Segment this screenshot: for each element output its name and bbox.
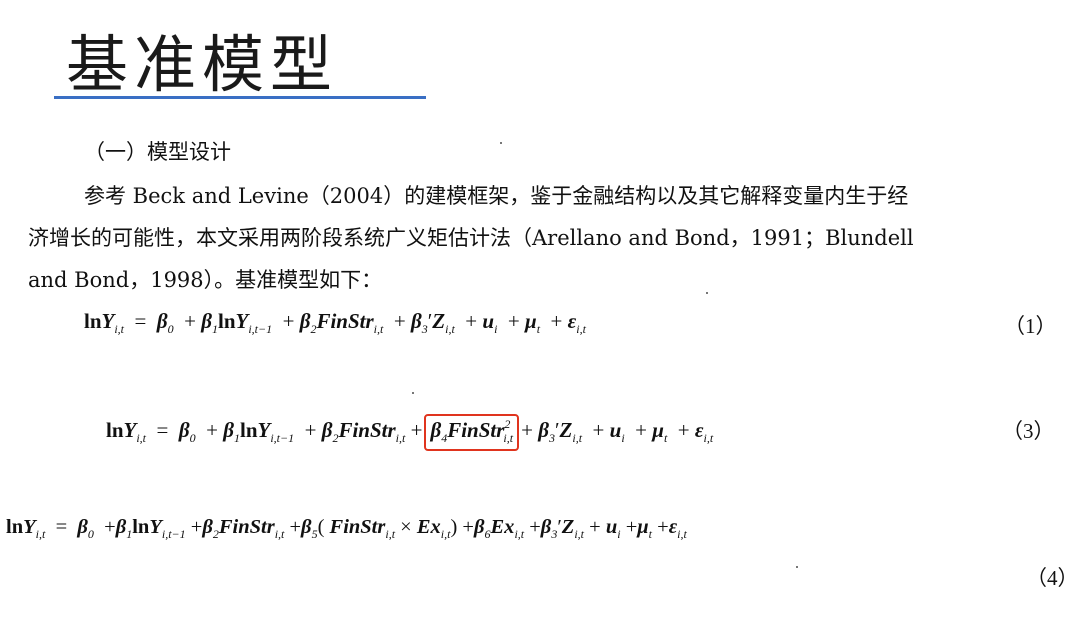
scan-speck xyxy=(796,566,798,568)
paragraph-line-1: 参考 Beck and Levine（2004）的建模框架，鉴于金融结构以及其它… xyxy=(84,184,909,208)
section-heading: （一）模型设计 xyxy=(84,140,231,164)
paragraph-line-2: 济增长的可能性，本文采用两阶段系统广义矩估计法（Arellano and Bon… xyxy=(28,226,914,250)
scan-speck xyxy=(412,392,414,394)
equation-1: lnYi,t = β0 + β1lnYi,t−1 + β2FinStri,t +… xyxy=(84,309,586,336)
slide-title: 基准模型 xyxy=(66,28,339,101)
paragraph-line-3: and Bond，1998）。基准模型如下： xyxy=(28,268,383,292)
scan-speck xyxy=(706,292,708,294)
equation-3: lnYi,t = β0 + β1lnYi,t−1 + β2FinStri,t +… xyxy=(106,414,713,451)
equation-3-number: （3） xyxy=(1002,419,1055,443)
equation-1-number: （1） xyxy=(1004,314,1057,338)
equation-4: lnYi,t = β0 +β1lnYi,t−1 +β2FinStri,t +β5… xyxy=(6,516,687,541)
title-underline xyxy=(54,96,426,99)
equation-4-number: （4） xyxy=(1026,566,1079,590)
highlighted-squared-term: β4FinStr2i,t xyxy=(424,414,520,451)
scan-speck xyxy=(500,142,502,144)
